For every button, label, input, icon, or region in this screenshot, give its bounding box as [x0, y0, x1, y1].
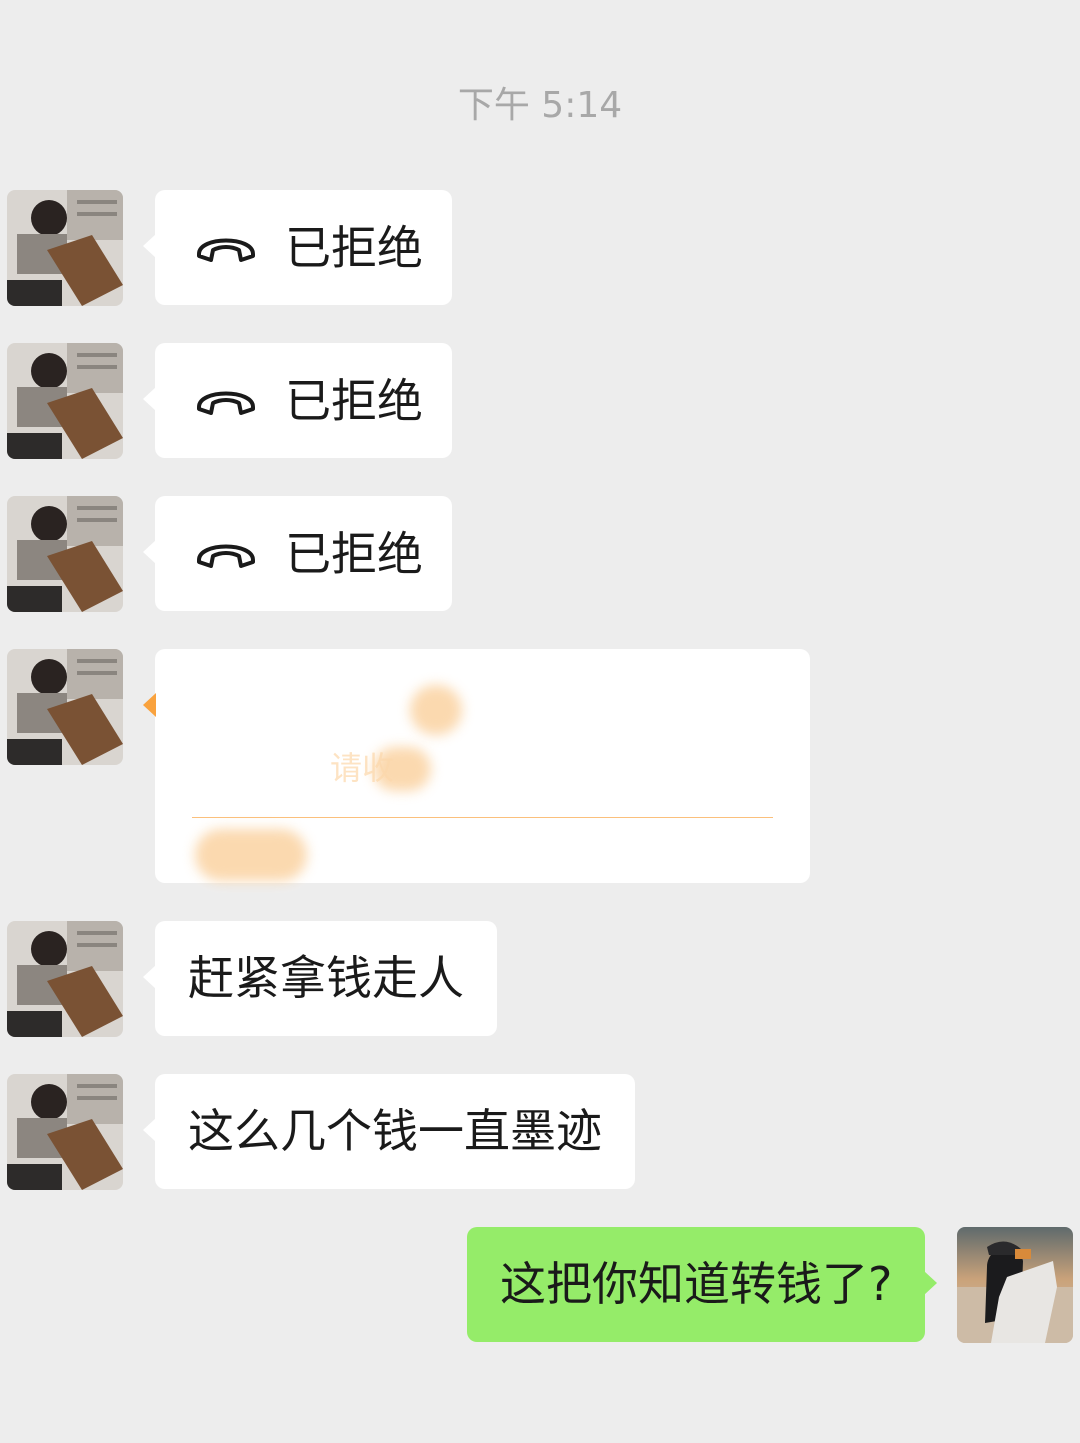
divider [192, 817, 773, 818]
redaction-blur [373, 747, 431, 791]
contact-avatar[interactable] [7, 921, 123, 1037]
phone-hangup-icon [197, 544, 255, 568]
redaction-blur [410, 685, 462, 735]
call-status-label: 已拒绝 [285, 221, 423, 275]
call-status-label: 已拒绝 [285, 374, 423, 428]
call-record-bubble[interactable]: 已拒绝 [143, 343, 452, 458]
text-message-bubble[interactable]: 这么几个钱一直墨迹 [143, 1074, 635, 1189]
redaction-blur [195, 829, 307, 881]
call-status-label: 已拒绝 [285, 527, 423, 581]
contact-avatar[interactable] [7, 343, 123, 459]
text-message-bubble[interactable]: 赶紧拿钱走人 [143, 921, 497, 1036]
contact-avatar[interactable] [7, 496, 123, 612]
text-message-bubble[interactable]: 这把你知道转钱了? [467, 1227, 938, 1342]
chat-timestamp: 下午 5:14 [457, 85, 623, 126]
phone-hangup-icon [197, 238, 255, 262]
call-record-bubble[interactable]: 已拒绝 [143, 190, 452, 305]
contact-avatar[interactable] [7, 1074, 123, 1190]
transfer-bubble[interactable]: ¥780 0.00 请收 [143, 649, 810, 883]
phone-hangup-icon [197, 391, 255, 415]
my-avatar[interactable] [957, 1227, 1073, 1343]
contact-avatar[interactable] [7, 190, 123, 306]
call-record-bubble[interactable]: 已拒绝 [143, 496, 452, 611]
contact-avatar[interactable] [7, 649, 123, 765]
transfer-icon [194, 681, 296, 783]
